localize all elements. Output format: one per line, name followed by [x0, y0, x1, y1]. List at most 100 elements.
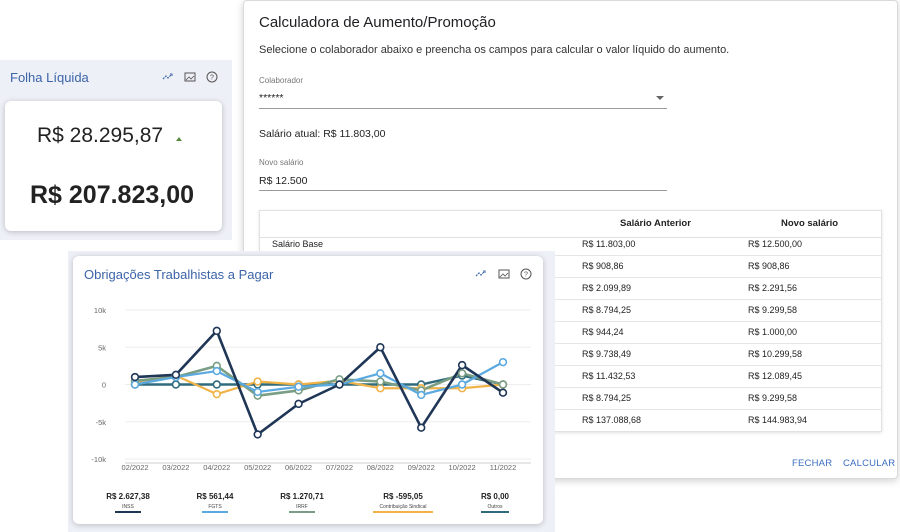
data-point [335, 380, 344, 389]
summary-value-fgts: R$ 561,44 [196, 492, 234, 501]
data-point [498, 357, 508, 367]
data-point [253, 377, 262, 386]
summary-label-contribuicao: Contribuição Sindical [379, 504, 427, 510]
svg-text:?: ? [210, 75, 214, 82]
cell-new: R$ 9.299,58 [748, 393, 798, 403]
summary-label-inss: INSS [122, 504, 134, 510]
obligations-line-chart: 10k 5k 0 -5k -10k 02/2022 03/2022 04/2022 05/202… [91, 306, 531, 472]
chevron-down-icon[interactable] [656, 96, 664, 100]
data-point [376, 369, 385, 378]
data-point [294, 399, 303, 409]
dialog-description: Selecione o colaborador abaixo e preench… [259, 44, 730, 56]
col-header-previous: Salário Anterior [620, 218, 691, 229]
current-salary: Salário atual: R$ 11.803,00 [259, 128, 386, 140]
x-tick-label: 06/2022 [285, 463, 312, 472]
cell-previous: R$ 944,24 [582, 327, 624, 337]
data-point [457, 369, 467, 378]
dialog-title: Calculadora de Aumento/Promoção [259, 14, 496, 31]
cell-new: R$ 908,86 [748, 261, 790, 271]
y-tick-label: -5k [96, 418, 107, 427]
data-point [376, 384, 385, 393]
new-salary-underline [259, 190, 667, 191]
close-button[interactable]: FECHAR [792, 458, 832, 469]
cell-new: R$ 10.299,58 [748, 349, 803, 359]
cell-previous: R$ 2.099,89 [582, 283, 632, 293]
help-icon[interactable]: ? [206, 71, 218, 83]
legend-swatch-irrf [289, 511, 315, 513]
data-point [457, 380, 467, 389]
data-point [130, 380, 140, 389]
summary-label-outros: Outros [487, 504, 503, 510]
cell-new: R$ 1.000,00 [748, 327, 798, 337]
y-tick-label: -10k [91, 455, 106, 464]
row-label: Salário Base [272, 239, 324, 249]
data-point [376, 377, 385, 386]
y-tick-label: 10k [94, 306, 106, 315]
collaborator-label: Colaborador [259, 76, 304, 85]
cell-new: R$ 12.500,00 [748, 239, 803, 249]
data-point [212, 326, 221, 336]
cell-previous: R$ 11.803,00 [582, 239, 636, 249]
col-header-new: Novo salário [781, 218, 839, 229]
x-tick-label: 08/2022 [367, 463, 394, 472]
data-point [457, 360, 467, 370]
series-line [134, 364, 504, 397]
folha-card-body [5, 101, 222, 231]
summary-value-irrf: R$ 1.270,71 [280, 492, 324, 501]
data-point [171, 370, 181, 380]
x-tick-label: 11/2022 [490, 463, 517, 472]
cell-previous: R$ 11.432,53 [582, 371, 636, 381]
x-tick-label: 04/2022 [203, 463, 230, 472]
net-payroll-big-value: R$ 207.823,00 [30, 181, 195, 209]
data-point [253, 430, 262, 439]
x-tick-label: 02/2022 [121, 463, 148, 472]
summary-label-irrf: IRRF [296, 504, 308, 510]
collaborator-select[interactable]: ****** [259, 92, 284, 104]
obrigacoes-card: Obrigações Trabalhistas a Pagar ? 10k 5k 0… [73, 256, 543, 524]
y-tick-label: 5k [98, 343, 106, 352]
data-point [498, 388, 508, 397]
net-payroll-small-value: R$ 28.295,87 [37, 124, 164, 147]
cell-previous: R$ 137.088,68 [582, 415, 642, 425]
calculate-button[interactable]: CALCULAR [843, 458, 895, 469]
x-tick-label: 03/2022 [162, 463, 189, 472]
cell-previous: R$ 9.738,49 [582, 349, 632, 359]
cell-previous: R$ 8.794,25 [582, 393, 632, 403]
summary-value-inss: R$ 2.627,38 [106, 492, 150, 501]
cell-new: R$ 2.291,56 [748, 283, 798, 293]
data-point [212, 389, 221, 399]
data-point [171, 380, 181, 389]
data-point [253, 387, 262, 397]
legend-swatch-contribuicao [373, 511, 433, 513]
data-point [130, 372, 140, 382]
cell-previous: R$ 8.794,25 [582, 305, 632, 315]
trend-icon[interactable] [162, 71, 174, 83]
data-point [212, 380, 221, 389]
x-tick-label: 09/2022 [408, 463, 435, 472]
y-tick-label: 0 [102, 381, 106, 390]
image-icon[interactable] [184, 71, 196, 83]
legend-swatch-outros [481, 511, 509, 513]
data-point [294, 382, 303, 391]
summary-label-fgts: FGTS [208, 504, 222, 510]
folha-card-title: Folha Líquida [10, 70, 89, 85]
collaborator-underline [259, 108, 667, 109]
legend-swatch-inss [115, 511, 141, 513]
arrow-up-icon [176, 137, 182, 141]
cell-new: R$ 9.299,58 [748, 305, 798, 315]
x-tick-label: 05/2022 [244, 463, 271, 472]
x-tick-label: 07/2022 [326, 463, 353, 472]
cell-previous: R$ 908,86 [582, 261, 624, 271]
x-tick-label: 10/2022 [449, 463, 476, 472]
data-point [498, 380, 508, 389]
new-salary-input[interactable]: R$ 12.500 [259, 175, 307, 187]
data-point [212, 366, 221, 376]
summary-value-contribuicao: R$ -595,05 [383, 492, 423, 501]
summary-value-outros: R$ 0,00 [480, 492, 510, 501]
new-salary-label: Novo salário [259, 158, 304, 167]
cell-new: R$ 144.983,94 [748, 415, 808, 425]
data-point [417, 390, 426, 400]
cell-new: R$ 12.089,45 [748, 371, 803, 381]
legend-swatch-fgts [202, 511, 228, 513]
data-point [417, 423, 426, 432]
